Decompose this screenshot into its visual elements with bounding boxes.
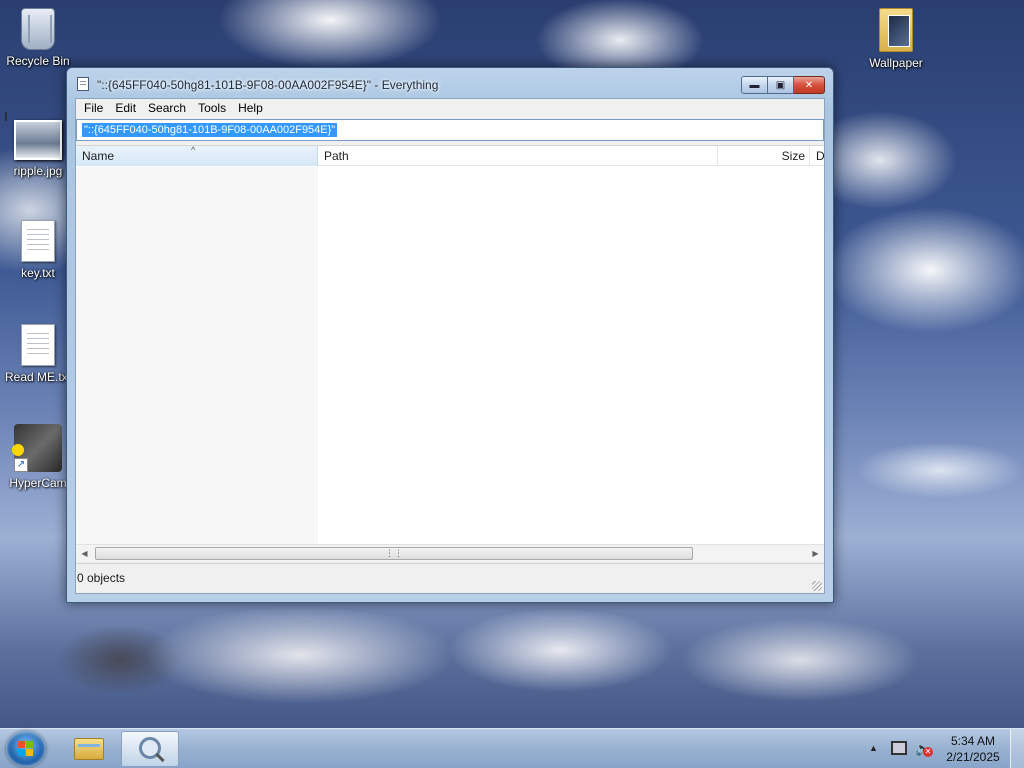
- scroll-left-button[interactable]: ◀: [76, 545, 93, 562]
- status-object-count: 0 objects: [77, 571, 126, 585]
- desktop-icon-label: Recycle Bin: [6, 54, 70, 68]
- scroll-right-icon: ▶: [812, 549, 819, 558]
- menu-edit[interactable]: Edit: [109, 101, 142, 115]
- text-file-icon: [21, 220, 55, 262]
- taskbar: ▲ 🔈 ✕ 5:34 AM 2/21/2025: [0, 728, 1024, 768]
- menu-search[interactable]: Search: [142, 101, 192, 115]
- column-header-size[interactable]: Size: [718, 146, 810, 166]
- start-button[interactable]: [6, 731, 46, 767]
- results-list[interactable]: ^ Name Path Size D ◀ ⋮⋮ ▶: [76, 145, 824, 562]
- scroll-left-icon: ◀: [81, 549, 88, 558]
- windows-explorer-icon: [74, 738, 104, 760]
- clock-date: 2/21/2025: [946, 750, 1000, 764]
- menu-tools[interactable]: Tools: [192, 101, 232, 115]
- caption-buttons: ▬ ▣ ✕: [741, 76, 825, 94]
- name-column-highlight: [76, 167, 318, 544]
- shortcut-arrow-icon: ↗: [14, 458, 28, 472]
- maximize-icon: ▣: [775, 79, 786, 91]
- folder-icon: [879, 8, 913, 52]
- horizontal-scrollbar[interactable]: ◀ ⋮⋮ ▶: [76, 544, 824, 562]
- app-document-icon: [77, 77, 89, 91]
- scroll-right-button[interactable]: ▶: [807, 545, 824, 562]
- column-header-path[interactable]: Path: [318, 146, 718, 166]
- show-hidden-icons-button[interactable]: ▲: [869, 743, 878, 753]
- desktop-icon-label: HyperCam: [9, 476, 67, 490]
- window-title: "::{645FF040-50hg81-101B-9F08-00AA002F95…: [97, 78, 439, 92]
- scroll-thumb[interactable]: ⋮⋮: [95, 547, 693, 560]
- desktop-icon-key-txt[interactable]: key.txt: [2, 220, 74, 280]
- taskbar-item-everything[interactable]: [121, 731, 179, 767]
- column-header-name-label: Name: [82, 149, 115, 163]
- everything-search-icon: [139, 737, 161, 759]
- search-input[interactable]: "::{645FF040-50hg81-101B-9F08-00AA002F95…: [76, 119, 824, 141]
- menu-file[interactable]: File: [78, 101, 109, 115]
- desktop-icon-hypercam[interactable]: ↗ HyperCam: [2, 424, 74, 490]
- maximize-button[interactable]: ▣: [768, 76, 794, 94]
- volume-muted-icon: ✕: [923, 747, 933, 757]
- recycle-bin-icon: [21, 8, 55, 50]
- everything-window[interactable]: "::{645FF040-50hg81-101B-9F08-00AA002F95…: [66, 67, 834, 603]
- window-client-area: File Edit Search Tools Help "::{645FF040…: [75, 98, 825, 594]
- network-icon[interactable]: [891, 741, 907, 755]
- minimize-button[interactable]: ▬: [741, 76, 768, 94]
- close-icon: ✕: [804, 79, 814, 91]
- windows-logo-icon: [18, 741, 34, 756]
- clock-time: 5:34 AM: [950, 734, 996, 748]
- desktop-icon-wallpaper[interactable]: Wallpaper: [860, 8, 932, 70]
- desktop-icon-label: key.txt: [21, 266, 55, 280]
- taskbar-item-windows-explorer[interactable]: [60, 731, 118, 767]
- image-file-icon: [14, 120, 62, 160]
- system-clock[interactable]: 5:34 AM 2/21/2025: [940, 733, 1006, 765]
- text-cursor-icon: I: [4, 108, 8, 124]
- search-input-selected-text: "::{645FF040-50hg81-101B-9F08-00AA002F95…: [82, 123, 338, 137]
- title-bar[interactable]: "::{645FF040-50hg81-101B-9F08-00AA002F95…: [67, 68, 833, 98]
- column-header-date[interactable]: D: [810, 146, 824, 166]
- desktop-icon-label: Read ME.txt: [4, 370, 72, 384]
- desktop-icon-ripple[interactable]: ripple.jpg: [2, 120, 74, 178]
- minimize-icon: ▬: [749, 79, 760, 91]
- sort-ascending-icon: ^: [191, 145, 196, 155]
- status-bar: 0 objects: [76, 563, 824, 593]
- desktop-icon-label: ripple.jpg: [13, 164, 63, 178]
- list-header: ^ Name Path Size D: [76, 146, 824, 166]
- show-desktop-button[interactable]: [1010, 729, 1024, 768]
- column-header-name[interactable]: ^ Name: [76, 146, 318, 166]
- desktop-icon-recycle-bin[interactable]: Recycle Bin: [2, 8, 74, 68]
- menu-help[interactable]: Help: [232, 101, 269, 115]
- resize-grip-icon[interactable]: [812, 581, 822, 591]
- menu-bar: File Edit Search Tools Help: [76, 99, 824, 117]
- desktop-icon-label: Wallpaper: [869, 56, 923, 70]
- desktop-icon-readme[interactable]: Read ME.txt: [2, 324, 74, 384]
- grip-icon: ⋮⋮: [385, 548, 403, 558]
- text-file-icon: [21, 324, 55, 366]
- close-button[interactable]: ✕: [794, 76, 825, 94]
- hypercam-icon: ↗: [12, 424, 62, 472]
